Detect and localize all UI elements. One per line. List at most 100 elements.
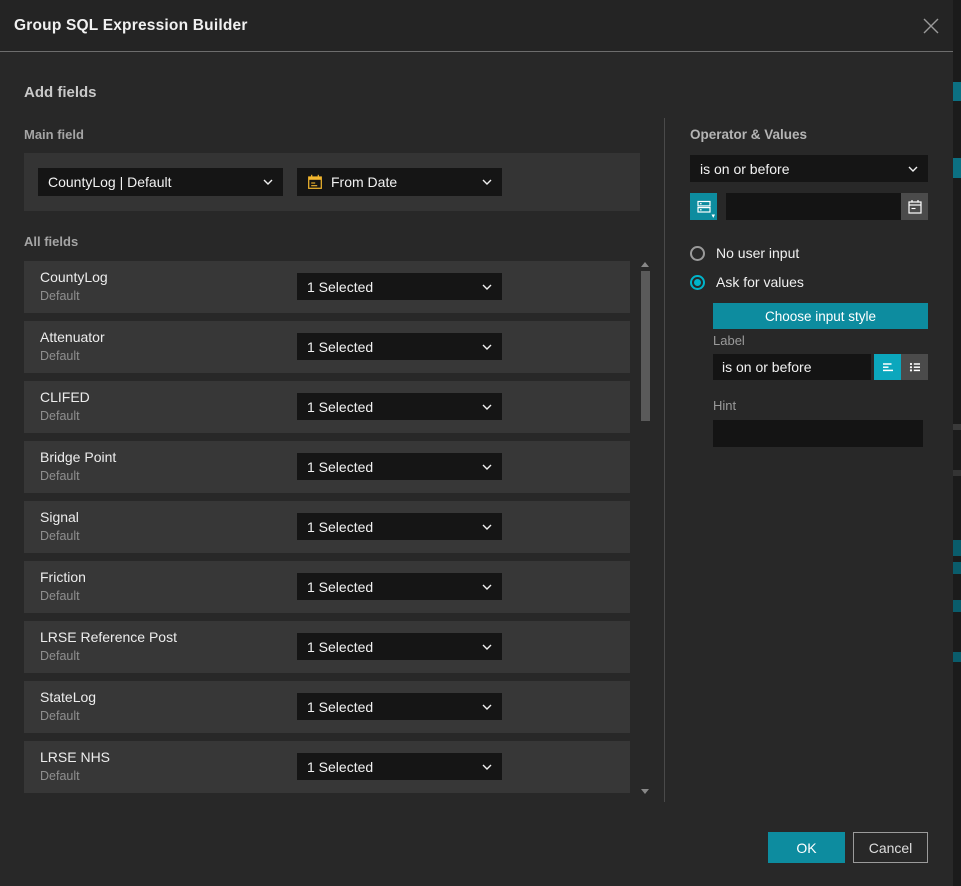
field-values-select[interactable]: 1 Selected	[297, 333, 502, 360]
label-style-list-button[interactable]	[901, 354, 928, 380]
operator-values-heading: Operator & Values	[690, 127, 807, 142]
field-subtitle: Default	[40, 469, 80, 483]
field-values-select-value: 1 Selected	[307, 279, 373, 295]
background-app-strip	[953, 0, 961, 886]
field-values-select-value: 1 Selected	[307, 399, 373, 415]
field-name: StateLog	[40, 689, 96, 705]
main-field-panel: CountyLog | Default From Date	[24, 153, 640, 211]
background-highlight-mark	[953, 424, 961, 430]
field-values-select[interactable]: 1 Selected	[297, 633, 502, 660]
field-row: StateLog Default 1 Selected	[24, 681, 630, 733]
calendar-button-icon	[907, 199, 923, 215]
background-highlight-mark	[953, 600, 961, 612]
field-values-select-value: 1 Selected	[307, 699, 373, 715]
value-input[interactable]	[726, 193, 901, 220]
field-values-select-value: 1 Selected	[307, 759, 373, 775]
field-values-select[interactable]: 1 Selected	[297, 693, 502, 720]
field-name: CountyLog	[40, 269, 108, 285]
background-highlight-mark	[953, 562, 961, 574]
dialog-title-bar: Group SQL Expression Builder	[0, 0, 953, 52]
chevron-down-icon	[482, 644, 492, 650]
radio-selected-icon	[690, 275, 705, 290]
field-subtitle: Default	[40, 589, 80, 603]
radio-ask-for-values-label: Ask for values	[716, 274, 804, 290]
list-icon	[907, 359, 923, 375]
background-highlight-mark	[953, 82, 961, 101]
field-row: Signal Default 1 Selected	[24, 501, 630, 553]
field-values-select[interactable]: 1 Selected	[297, 513, 502, 540]
scrollbar-up-arrow[interactable]	[641, 262, 649, 267]
chevron-down-icon	[482, 284, 492, 290]
chevron-down-icon	[482, 404, 492, 410]
field-values-select[interactable]: 1 Selected	[297, 453, 502, 480]
field-subtitle: Default	[40, 769, 80, 783]
field-values-select-value: 1 Selected	[307, 459, 373, 475]
radio-no-user-input-label: No user input	[716, 245, 799, 261]
field-name: Friction	[40, 569, 86, 585]
ok-button[interactable]: OK	[768, 832, 845, 863]
field-subtitle: Default	[40, 649, 80, 663]
radio-ask-for-values[interactable]: Ask for values	[690, 274, 804, 290]
chevron-down-icon	[482, 179, 492, 185]
operator-select[interactable]: is on or before	[690, 155, 928, 182]
field-name: LRSE Reference Post	[40, 629, 177, 645]
align-left-icon	[880, 359, 896, 375]
hint-input[interactable]	[713, 420, 923, 447]
group-sql-expression-builder-dialog: Group SQL Expression Builder Add fields …	[0, 0, 953, 886]
field-subtitle: Default	[40, 289, 80, 303]
field-values-select-value: 1 Selected	[307, 579, 373, 595]
chevron-down-icon	[482, 524, 492, 530]
field-values-select[interactable]: 1 Selected	[297, 273, 502, 300]
background-highlight-mark	[953, 652, 961, 662]
label-caption: Label	[713, 333, 745, 348]
field-values-select-value: 1 Selected	[307, 519, 373, 535]
chevron-down-icon	[482, 704, 492, 710]
layer-select-value: CountyLog | Default	[48, 174, 172, 190]
hint-caption: Hint	[713, 398, 736, 413]
close-icon	[922, 17, 940, 35]
chevron-down-icon	[482, 584, 492, 590]
field-row: CountyLog Default 1 Selected	[24, 261, 630, 313]
field-values-select[interactable]: 1 Selected	[297, 573, 502, 600]
calendar-icon	[307, 174, 323, 190]
field-row: Friction Default 1 Selected	[24, 561, 630, 613]
chevron-down-icon	[263, 179, 273, 185]
field-row: LRSE Reference Post Default 1 Selected	[24, 621, 630, 673]
value-type-icon	[696, 199, 712, 215]
all-fields-list: CountyLog Default 1 Selected Attenuator …	[24, 261, 630, 793]
field-name: Signal	[40, 509, 79, 525]
label-input[interactable]	[713, 354, 871, 380]
scrollbar-thumb[interactable]	[641, 271, 650, 421]
panel-divider	[664, 118, 665, 802]
field-subtitle: Default	[40, 349, 80, 363]
field-row: Attenuator Default 1 Selected	[24, 321, 630, 373]
field-name: LRSE NHS	[40, 749, 110, 765]
value-type-button[interactable]: ▾	[690, 193, 717, 220]
add-fields-heading: Add fields	[24, 84, 97, 101]
field-subtitle: Default	[40, 529, 80, 543]
calendar-picker-button[interactable]	[901, 193, 928, 220]
field-row: Bridge Point Default 1 Selected	[24, 441, 630, 493]
field-subtitle: Default	[40, 409, 80, 423]
background-highlight-mark	[953, 540, 961, 556]
scrollbar-down-arrow[interactable]	[641, 789, 649, 794]
field-row: CLIFED Default 1 Selected	[24, 381, 630, 433]
all-fields-heading: All fields	[24, 234, 78, 249]
layer-select[interactable]: CountyLog | Default	[38, 168, 283, 196]
label-style-single-button[interactable]	[874, 354, 901, 380]
chevron-down-icon	[482, 344, 492, 350]
field-values-select-value: 1 Selected	[307, 639, 373, 655]
field-values-select[interactable]: 1 Selected	[297, 753, 502, 780]
field-values-select[interactable]: 1 Selected	[297, 393, 502, 420]
radio-icon	[690, 246, 705, 261]
close-button[interactable]	[921, 16, 941, 36]
choose-input-style-button[interactable]: Choose input style	[713, 303, 928, 329]
cancel-button[interactable]: Cancel	[853, 832, 928, 863]
field-subtitle: Default	[40, 709, 80, 723]
dialog-title: Group SQL Expression Builder	[14, 0, 248, 52]
main-field-heading: Main field	[24, 127, 84, 142]
date-field-select[interactable]: From Date	[297, 168, 502, 196]
radio-no-user-input[interactable]: No user input	[690, 245, 799, 261]
date-field-select-value: From Date	[331, 174, 397, 190]
field-name: Attenuator	[40, 329, 105, 345]
